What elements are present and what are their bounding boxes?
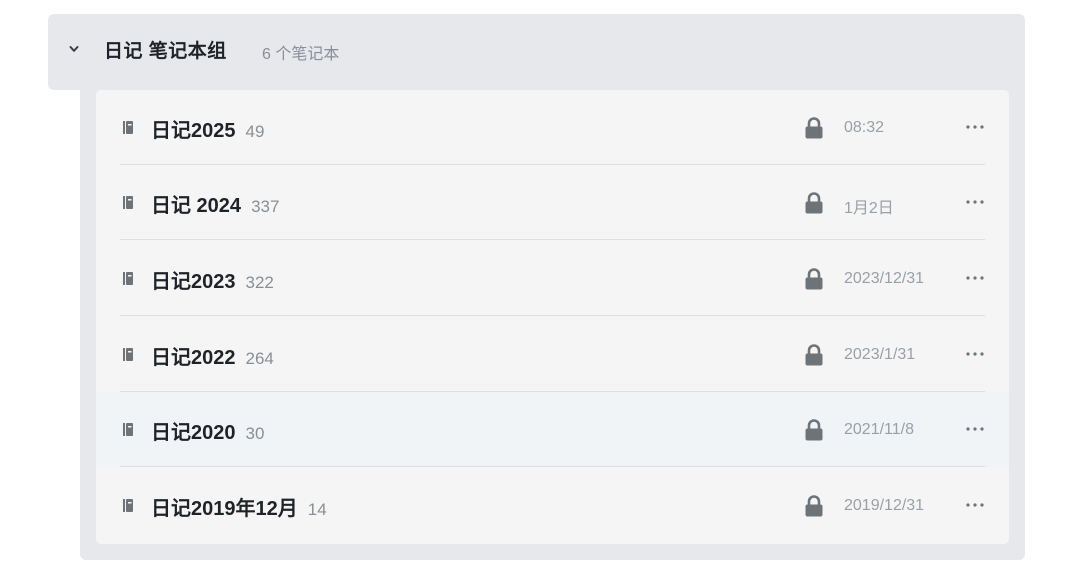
notebook-updated-date: 2023/12/31 — [844, 270, 925, 287]
notebook-name: 日记2023 322 — [151, 271, 274, 293]
lock-icon — [805, 117, 823, 139]
notebook-name: 日记2020 30 — [151, 422, 265, 444]
more-button[interactable] — [962, 116, 988, 138]
notebook-note-count: 14 — [307, 500, 327, 519]
lock-icon — [805, 344, 823, 366]
notebook-updated-date: 08:32 — [844, 119, 885, 136]
more-button[interactable] — [962, 191, 988, 213]
notebook-row[interactable]: 日记 2024 337 1月2日 — [96, 165, 1009, 240]
more-icon — [966, 125, 984, 129]
notebook-row[interactable]: 日记2023 322 2023/12/31 — [96, 241, 1009, 316]
more-button[interactable] — [962, 494, 988, 516]
more-icon — [966, 200, 984, 204]
lock-icon — [805, 419, 823, 441]
notebook-icon — [123, 423, 133, 436]
notebook-name: 日记2025 49 — [151, 120, 265, 142]
more-icon — [966, 503, 984, 507]
notebook-name: 日记2019年12月 14 — [151, 498, 327, 520]
notebook-name: 日记 2024 337 — [151, 195, 280, 217]
more-button[interactable] — [962, 267, 988, 289]
group-notebook-count: 6 个笔记本 — [262, 46, 340, 63]
notebook-updated-date: 2019/12/31 — [844, 497, 925, 514]
notebook-note-count: 30 — [245, 424, 265, 443]
more-icon — [966, 427, 984, 431]
group-title: 日记 笔记本组 — [104, 41, 227, 62]
row-divider — [120, 239, 985, 240]
notebook-updated-date: 2023/1/31 — [844, 346, 916, 363]
lock-icon — [805, 192, 823, 214]
notebook-icon — [123, 348, 133, 361]
more-icon — [966, 276, 984, 280]
more-button[interactable] — [962, 343, 988, 365]
notebook-row[interactable]: 日记2020 30 2021/11/8 — [96, 392, 1009, 467]
notebook-row[interactable]: 日记2019年12月 14 2019/12/31 — [96, 468, 1009, 543]
notebook-note-count: 264 — [245, 349, 274, 368]
notebook-note-count: 49 — [245, 122, 265, 141]
row-divider — [120, 315, 985, 316]
notebook-list: 日记2025 49 08:32 日记 2024 337 1月2日 日记2023 … — [96, 90, 1009, 544]
notebook-name: 日记2022 264 — [151, 347, 274, 369]
notebook-icon — [123, 272, 133, 285]
lock-icon — [805, 495, 823, 517]
notebook-icon — [123, 499, 133, 512]
notebook-note-count: 337 — [251, 197, 280, 216]
more-icon — [966, 352, 984, 356]
row-divider — [120, 466, 985, 467]
notebook-updated-date: 2021/11/8 — [844, 421, 914, 438]
more-button[interactable] — [962, 418, 988, 440]
chevron-down-icon[interactable] — [69, 44, 79, 54]
notebook-icon — [123, 196, 133, 209]
notebook-row[interactable]: 日记2022 264 2023/1/31 — [96, 317, 1009, 392]
notebook-row[interactable]: 日记2025 49 08:32 — [96, 90, 1009, 165]
notebook-icon — [123, 121, 133, 134]
lock-icon — [805, 268, 823, 290]
notebook-note-count: 322 — [245, 273, 274, 292]
notebook-updated-date: 1月2日 — [844, 200, 894, 217]
